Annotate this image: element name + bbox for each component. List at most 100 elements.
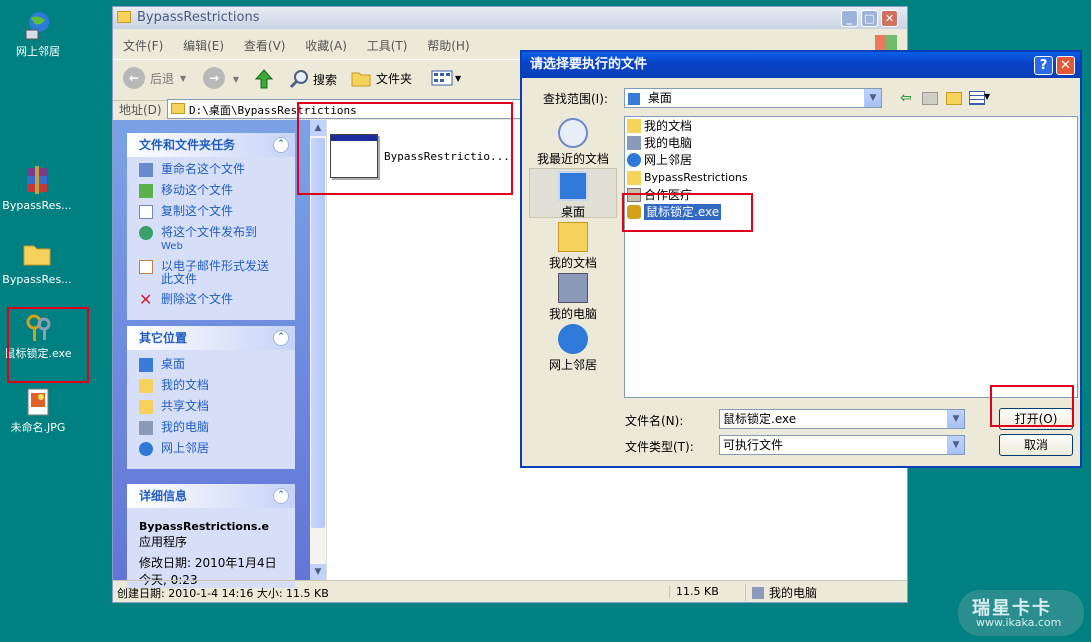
file-list-item[interactable]: 我的电脑 xyxy=(627,135,692,151)
filetype-select[interactable]: 可执行文件 ▼ xyxy=(719,435,965,455)
task-copy[interactable]: 复制这个文件 xyxy=(139,205,295,219)
network-neighborhood-icon xyxy=(558,324,588,354)
file-list[interactable] xyxy=(624,116,1078,398)
collapse-chevron-icon[interactable]: ⌃ xyxy=(273,488,289,504)
up-folder-button[interactable] xyxy=(253,68,275,93)
filetype-label: 文件类型(T): xyxy=(625,440,694,454)
menu-favorites[interactable]: 收藏(A) xyxy=(305,39,347,53)
place-shared-documents[interactable]: 共享文档 xyxy=(139,400,295,414)
desktop-icon xyxy=(139,358,153,372)
task-email[interactable]: 以电子邮件形式发送 此文件 xyxy=(139,260,295,286)
minimize-button[interactable]: _ xyxy=(841,10,858,27)
place-my-documents[interactable]: 我的文档 xyxy=(139,379,295,393)
details-type: 应用程序 xyxy=(139,535,188,549)
chevron-down-icon[interactable]: ▼ xyxy=(947,410,964,428)
status-location: 我的电脑 xyxy=(745,584,817,601)
place-my-computer[interactable]: 我的电脑 xyxy=(139,421,295,435)
maximize-button[interactable]: □ xyxy=(861,10,878,27)
new-folder-icon[interactable] xyxy=(946,92,962,105)
place-desktop[interactable]: 桌面 xyxy=(529,168,617,219)
copy-icon xyxy=(139,205,153,219)
file-list-item[interactable]: 网上邻居 xyxy=(627,152,692,168)
folder-icon xyxy=(627,171,641,185)
collapse-chevron-icon[interactable]: ⌃ xyxy=(273,330,289,346)
close-button[interactable]: ✕ xyxy=(881,10,898,27)
file-list-item[interactable]: 我的文档 xyxy=(627,118,692,134)
forward-button[interactable]: → ▼ xyxy=(203,67,239,89)
my-computer-icon xyxy=(627,136,641,150)
dialog-close-button[interactable]: ✕ xyxy=(1056,56,1075,75)
my-computer-icon xyxy=(139,421,153,435)
recent-documents-icon xyxy=(558,118,588,148)
task-rename[interactable]: 重命名这个文件 xyxy=(139,163,295,177)
folders-icon xyxy=(351,72,371,87)
file-tasks-header[interactable]: 文件和文件夹任务 ⌃ xyxy=(127,133,295,157)
delete-x-icon: ✕ xyxy=(139,290,153,309)
desktop-icon-label: BypassRes... xyxy=(2,199,72,212)
chevron-down-icon[interactable]: ▼ xyxy=(864,89,881,107)
desktop-icon-jpg[interactable]: 未命名.JPG xyxy=(0,386,77,434)
menu-help[interactable]: 帮助(H) xyxy=(427,39,469,53)
search-button[interactable]: 搜索 xyxy=(289,69,337,89)
open-button-highlight xyxy=(990,385,1074,427)
other-places-body: 桌面 我的文档 共享文档 我的电脑 网上邻居 xyxy=(127,350,295,469)
look-in-label: 查找范围(I): xyxy=(543,92,608,106)
file-list-item[interactable]: BypassRestrictions xyxy=(627,170,748,186)
place-network[interactable]: 网上邻居 xyxy=(529,324,617,373)
my-computer-icon xyxy=(558,273,588,303)
desktop-icon xyxy=(628,92,640,105)
place-desktop[interactable]: 桌面 xyxy=(139,358,295,372)
explorer-file-highlight xyxy=(297,102,513,195)
collapse-chevron-icon[interactable]: ⌃ xyxy=(273,137,289,153)
nav-back-icon[interactable]: ⇦ xyxy=(900,90,912,106)
menu-edit[interactable]: 编辑(E) xyxy=(183,39,224,53)
task-move[interactable]: 移动这个文件 xyxy=(139,184,295,198)
watermark-url: www.ikaka.com xyxy=(976,616,1062,629)
forward-arrow-icon: → xyxy=(203,67,225,89)
back-button[interactable]: ← 后退 ▼ xyxy=(123,67,186,89)
view-menu-chevron-icon[interactable]: ▼ xyxy=(984,92,990,101)
place-recent-docs[interactable]: 我最近的文档 xyxy=(529,118,617,167)
status-created: 创建日期: 2010-1-4 14:16 大小: 11.5 KB xyxy=(117,587,329,600)
desktop-icon-network[interactable]: 网上邻居 xyxy=(0,10,77,58)
other-places-header[interactable]: 其它位置 ⌃ xyxy=(127,326,295,350)
task-publish-web[interactable]: 将这个文件发布到 Web xyxy=(139,226,295,253)
place-my-documents[interactable]: 我的文档 xyxy=(529,222,617,271)
other-places-panel: 其它位置 ⌃ 桌面 我的文档 共享文档 我的电脑 网上邻居 xyxy=(127,326,295,469)
explorer-titlebar[interactable]: BypassRestrictions _ □ ✕ xyxy=(113,7,907,29)
help-button[interactable]: ? xyxy=(1034,56,1053,75)
scroll-thumb[interactable] xyxy=(311,138,325,528)
dialog-exe-highlight xyxy=(622,193,753,232)
folder-icon xyxy=(117,11,131,23)
view-menu-icon[interactable] xyxy=(969,91,985,105)
views-button[interactable]: ▼ xyxy=(431,69,461,87)
menu-view[interactable]: 查看(V) xyxy=(244,39,286,53)
my-documents-icon xyxy=(139,379,153,393)
details-header[interactable]: 详细信息 ⌃ xyxy=(127,484,295,508)
up-one-level-icon[interactable] xyxy=(922,92,938,105)
menu-tools[interactable]: 工具(T) xyxy=(367,39,408,53)
scroll-down-arrow-icon[interactable]: ▼ xyxy=(310,564,326,580)
file-tasks-body: 重命名这个文件 移动这个文件 复制这个文件 将这个文件发布到 Web 以电子邮件形… xyxy=(127,157,295,320)
chevron-down-icon[interactable]: ▼ xyxy=(947,436,964,454)
look-in-select[interactable]: 桌面 ▼ xyxy=(624,88,882,108)
task-delete[interactable]: ✕ 删除这个文件 xyxy=(139,290,295,309)
place-my-computer[interactable]: 我的电脑 xyxy=(529,273,617,322)
winrar-archive-icon xyxy=(21,164,53,196)
views-icon xyxy=(431,70,453,86)
folders-button[interactable]: 文件夹 xyxy=(351,69,412,87)
filename-input[interactable]: 鼠标锁定.exe ▼ xyxy=(719,409,965,429)
desktop-icon-folder[interactable]: BypassRes... xyxy=(0,238,76,286)
desktop-icon-label: BypassRes... xyxy=(2,273,72,286)
desktop-icon-archive[interactable]: BypassRes... xyxy=(0,164,76,212)
place-network[interactable]: 网上邻居 xyxy=(139,442,295,456)
watermark-logo: 瑞星卡卡 www.ikaka.com xyxy=(958,590,1084,636)
dialog-titlebar[interactable]: 请选择要执行的文件 ? ✕ xyxy=(522,52,1080,78)
details-modified: 修改日期: 2010年1月4日 xyxy=(139,556,277,570)
search-icon xyxy=(289,70,308,89)
cancel-button[interactable]: 取消 xyxy=(999,434,1073,456)
desktop-icon-label: 网上邻居 xyxy=(16,45,60,58)
dialog-title: 请选择要执行的文件 xyxy=(530,57,648,72)
menu-file[interactable]: 文件(F) xyxy=(123,39,163,53)
filename-label: 文件名(N): xyxy=(625,414,684,428)
